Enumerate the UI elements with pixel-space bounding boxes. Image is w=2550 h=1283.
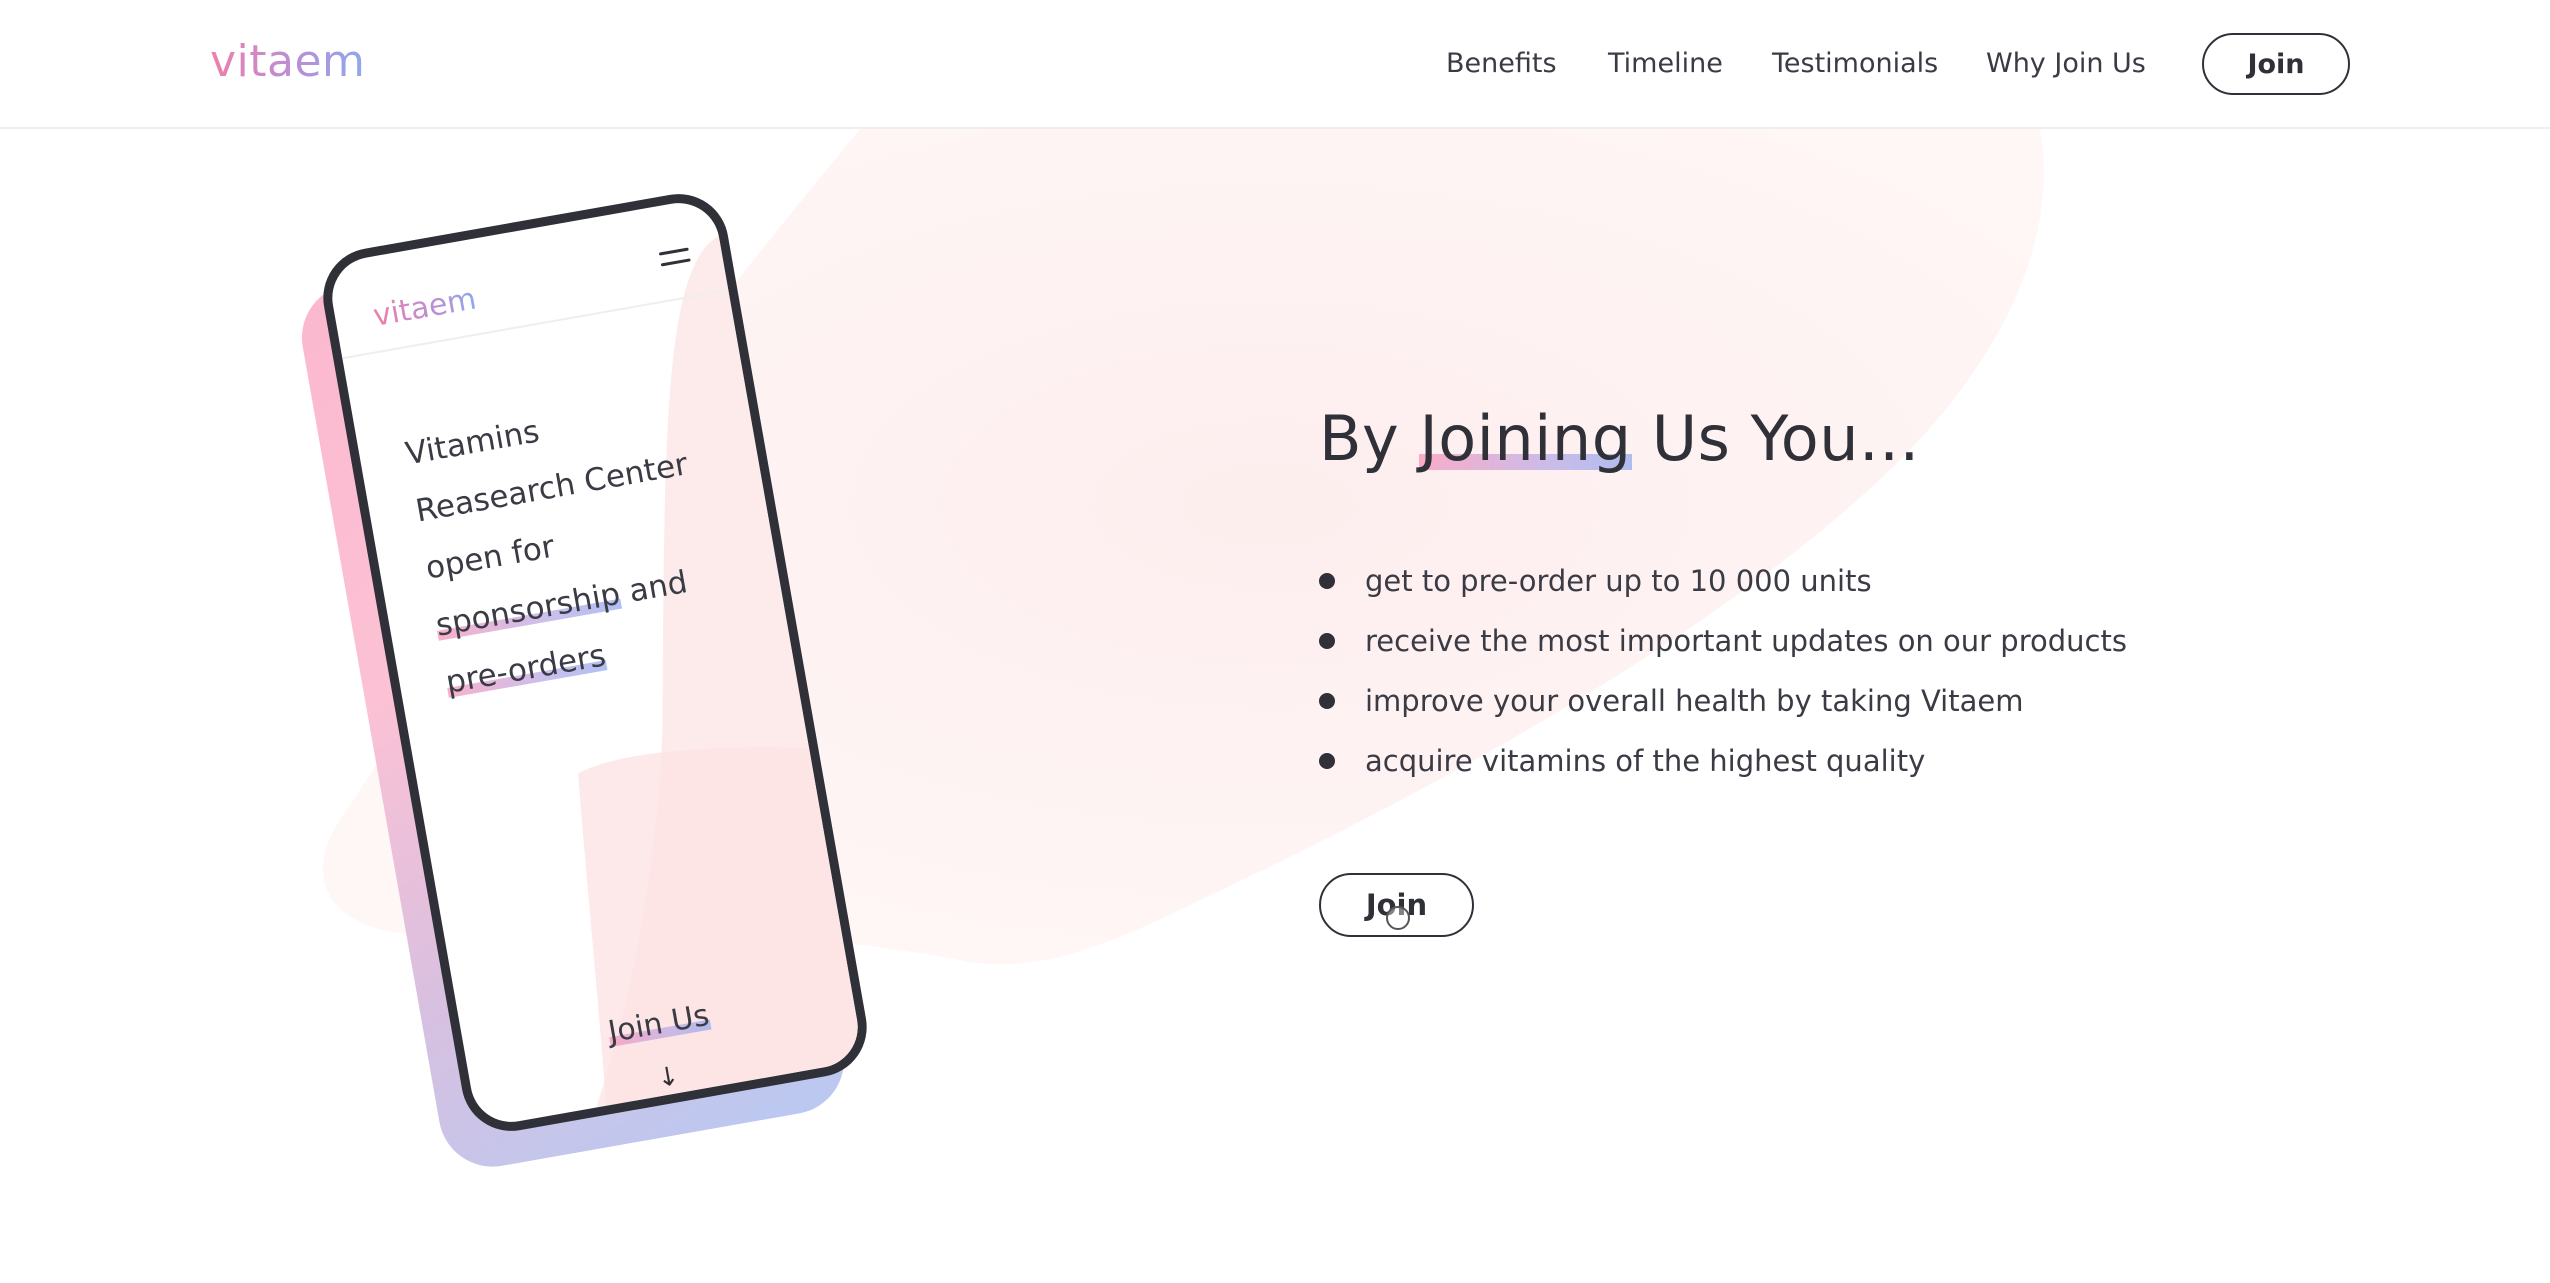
benefit-text: acquire vitamins of the highest quality <box>1365 744 1926 778</box>
bullet-icon <box>1319 693 1335 709</box>
benefit-item: acquire vitamins of the highest quality <box>1319 740 2127 800</box>
header-join-button[interactable]: Join <box>2202 33 2350 95</box>
benefit-item: get to pre-order up to 10 000 units <box>1319 560 2127 620</box>
heading-after: Us You... <box>1631 402 1920 475</box>
mouse-cursor-icon <box>1386 906 1410 930</box>
bullet-icon <box>1319 633 1335 649</box>
nav-testimonials[interactable]: Testimonials <box>1772 48 1938 79</box>
heading-before: By <box>1319 402 1420 475</box>
nav-why-join-us[interactable]: Why Join Us <box>1986 48 2146 79</box>
nav-benefits[interactable]: Benefits <box>1446 48 1557 79</box>
phone-headline-part2: and <box>616 564 691 612</box>
section-heading: By Joining Us You... <box>1319 402 1920 475</box>
hamburger-menu-icon <box>658 246 691 271</box>
logo[interactable]: vitaem <box>210 36 365 87</box>
phone-headline-part1: Vitamins Reasearch Center open for <box>402 413 691 587</box>
site-header: vitaem Benefits Timeline Testimonials Wh… <box>0 0 2550 129</box>
page: vitaem Benefits Timeline Testimonials Wh… <box>0 0 2550 1283</box>
benefit-text: receive the most important updates on ou… <box>1365 624 2127 658</box>
benefit-item: improve your overall health by taking Vi… <box>1319 680 2127 740</box>
benefits-list: get to pre-order up to 10 000 units rece… <box>1319 560 2127 800</box>
bullet-icon <box>1319 573 1335 589</box>
benefit-text: get to pre-order up to 10 000 units <box>1365 564 1872 598</box>
benefit-item: receive the most important updates on ou… <box>1319 620 2127 680</box>
phone-headline: Vitamins Reasearch Center open for spons… <box>401 374 747 712</box>
benefit-text: improve your overall health by taking Vi… <box>1365 684 2024 718</box>
phone-logo: vitaem <box>370 281 479 334</box>
bullet-icon <box>1319 753 1335 769</box>
heading-highlight: Joining <box>1419 402 1632 475</box>
phone-highlight-sponsorship: sponsorship <box>433 575 623 644</box>
nav-timeline[interactable]: Timeline <box>1608 48 1723 79</box>
